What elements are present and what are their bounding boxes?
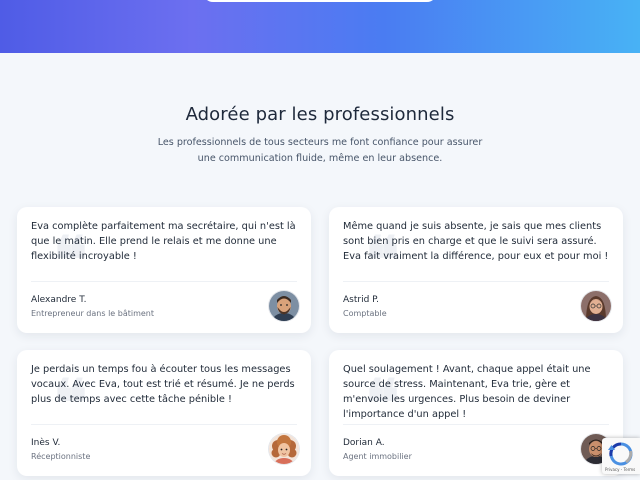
author-role: Agent immobilier: [343, 452, 412, 461]
author-name: Inès V.: [31, 438, 61, 448]
testimonial-quote: Je perdais un temps fou à écouter tous l…: [31, 364, 295, 405]
section-title: Adorée par les professionnels: [185, 104, 455, 125]
testimonial-card: ❝ Je perdais un temps fou à écouter tous…: [17, 350, 311, 476]
testimonial-quote: Eva complète parfaitement ma secrétaire,…: [31, 221, 296, 262]
testimonial-quote: Quel soulagement ! Avant, chaque appel é…: [343, 364, 591, 420]
card-divider: [31, 281, 297, 282]
author-name: Astrid P.: [343, 295, 380, 305]
testimonial-card: ❝ Quel soulagement ! Avant, chaque appel…: [329, 350, 623, 476]
hero-banner: [0, 0, 640, 53]
testimonial-card: ❝ Même quand je suis absente, je sais qu…: [329, 207, 623, 333]
author-role: Comptable: [343, 309, 387, 318]
testimonial-quote: Même quand je suis absente, je sais que …: [343, 221, 609, 262]
section-subtitle: Les professionnels de tous secteurs me f…: [157, 137, 483, 164]
card-divider: [31, 424, 297, 425]
testimonial-card: ❝ Eva complète parfaitement ma secrétair…: [17, 207, 311, 333]
recaptcha-links[interactable]: Privacy - Terms: [605, 467, 639, 472]
author-role: Entrepreneur dans le bâtiment: [31, 309, 155, 318]
woman-with-glasses-avatar-icon: [581, 291, 611, 321]
hero-cta-button[interactable]: [203, 0, 437, 2]
card-divider: [343, 281, 609, 282]
card-divider: [343, 424, 609, 425]
author-name: Alexandre T.: [31, 295, 87, 305]
author-name: Dorian A.: [343, 438, 385, 448]
curly-haired-woman-avatar-icon: [269, 434, 299, 464]
man-with-beard-avatar-icon: [269, 291, 299, 321]
author-role: Réceptionniste: [31, 452, 91, 461]
